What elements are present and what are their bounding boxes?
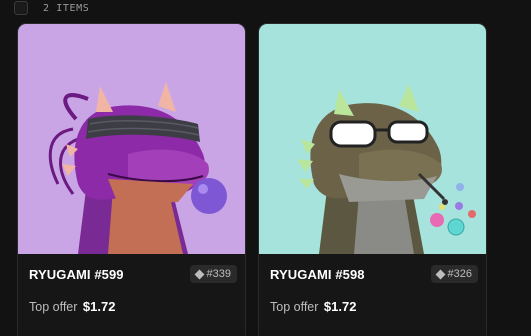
rarity-diamond-icon xyxy=(435,269,445,279)
rarity-rank-value: #326 xyxy=(447,268,472,280)
nft-name: RYUGAMI #598 xyxy=(270,267,365,282)
list-header: 2 ITEMS xyxy=(0,0,531,18)
nft-image[interactable] xyxy=(18,24,245,254)
top-offer-price: $1.72 xyxy=(82,299,116,314)
nft-card[interactable]: RYUGAMI #598 #326 Top offer $1.72 xyxy=(258,23,487,336)
top-offer-label: Top offer xyxy=(29,300,78,314)
top-offer-price: $1.72 xyxy=(323,299,357,314)
rarity-rank-badge: #326 xyxy=(430,265,478,283)
select-all-checkbox[interactable] xyxy=(14,1,28,15)
item-count: 2 ITEMS xyxy=(43,3,90,14)
nft-name: RYUGAMI #599 xyxy=(29,267,124,282)
card-info: RYUGAMI #598 #326 Top offer $1.72 xyxy=(259,254,486,336)
top-offer: Top offer $1.72 xyxy=(270,299,356,314)
nft-card[interactable]: RYUGAMI #599 #339 Top offer $1.72 xyxy=(17,23,246,336)
rarity-rank-badge: #339 xyxy=(189,265,237,283)
card-info: RYUGAMI #599 #339 Top offer $1.72 xyxy=(18,254,245,336)
nft-image[interactable] xyxy=(259,24,486,254)
rarity-rank-value: #339 xyxy=(206,268,231,280)
rarity-diamond-icon xyxy=(194,269,204,279)
top-offer: Top offer $1.72 xyxy=(29,299,115,314)
top-offer-label: Top offer xyxy=(270,300,319,314)
